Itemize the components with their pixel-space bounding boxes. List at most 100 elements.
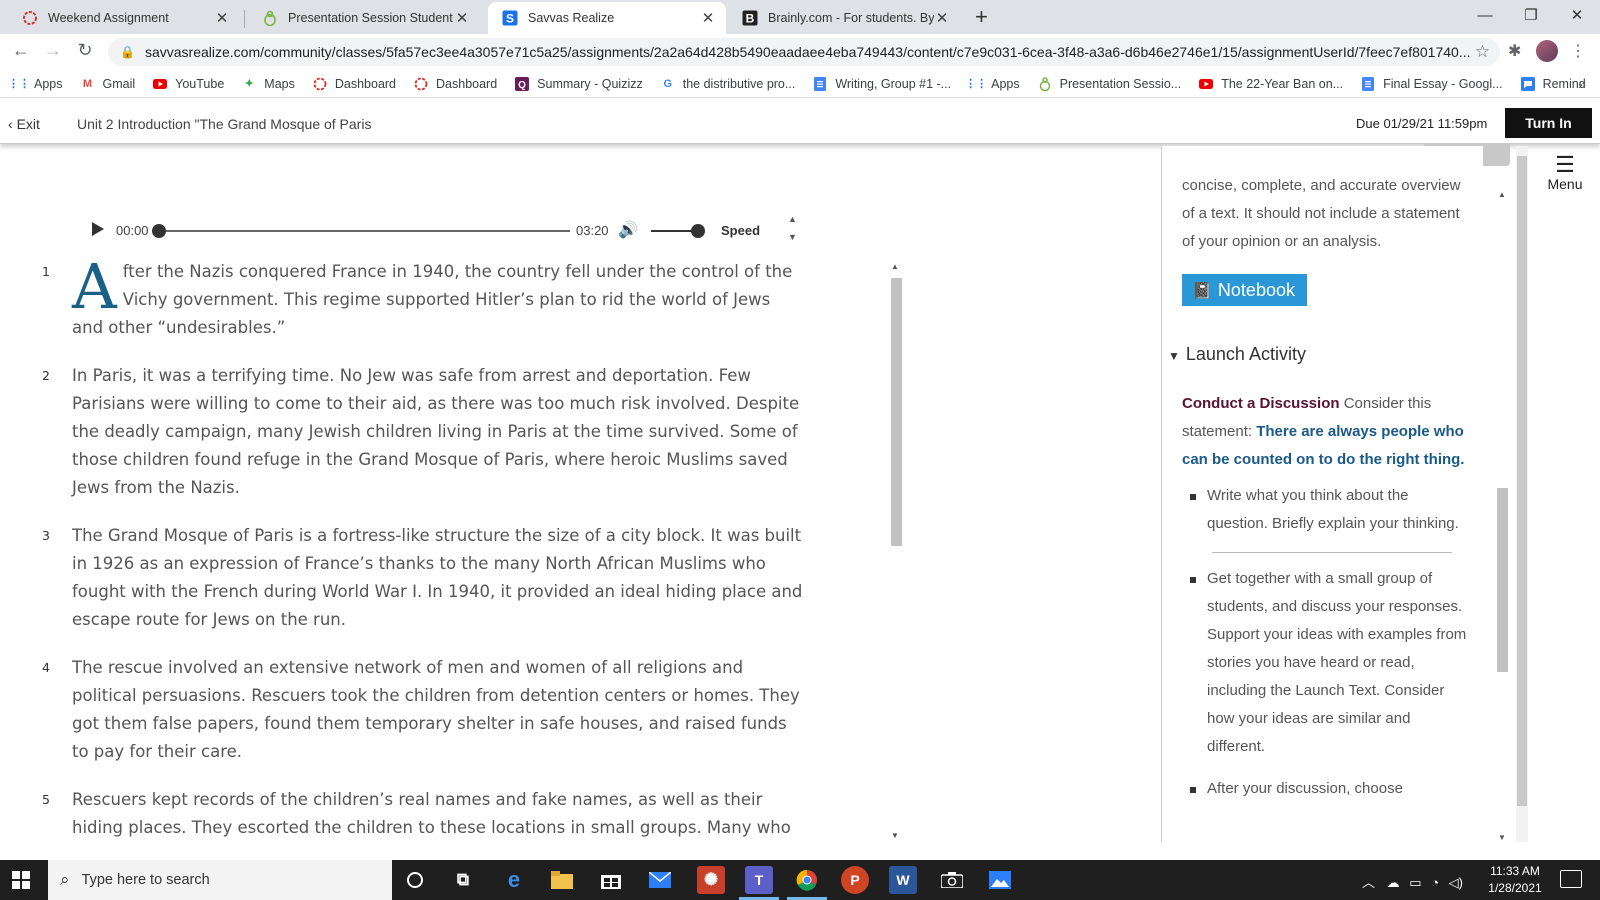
bookmark-apps-2[interactable]: ⋮⋮ Apps	[965, 77, 1020, 91]
speed-up-icon[interactable]: ▲	[788, 214, 797, 224]
launch-activity-toggle[interactable]: ▼ Launch Activity	[1168, 340, 1472, 370]
extensions-icon[interactable]: ✱	[1508, 41, 1521, 61]
pear-deck-icon	[1038, 76, 1052, 91]
mail-icon[interactable]	[646, 866, 674, 894]
bookmark-apps[interactable]: ⋮⋮ Apps	[8, 77, 63, 91]
edge-icon[interactable]: e	[500, 866, 528, 894]
wifi-icon[interactable]: ◔	[1431, 875, 1439, 890]
launch-heading: Launch Activity	[1185, 344, 1306, 364]
bookmark-distributive[interactable]: Gthe distributive pro...	[661, 77, 795, 91]
onedrive-icon[interactable]: ☁	[1387, 875, 1400, 890]
bookmark-presentation[interactable]: Presentation Sessio...	[1038, 76, 1181, 91]
audio-progress-knob[interactable]	[152, 224, 166, 238]
turn-in-button[interactable]: Turn In	[1505, 108, 1592, 138]
powerpoint-icon[interactable]: P	[841, 866, 869, 894]
store-icon[interactable]	[597, 866, 625, 894]
close-icon[interactable]: ✕	[214, 9, 230, 27]
volume-knob[interactable]	[691, 224, 705, 238]
tab-title: Presentation Session Student	[288, 11, 453, 25]
battery-icon[interactable]: ▭	[1409, 875, 1421, 890]
chrome-icon[interactable]	[793, 866, 821, 894]
reader-scrollbar[interactable]: ▲ ▼	[888, 262, 903, 840]
address-bar[interactable]: 🔒 savvasrealize.com/community/classes/5f…	[108, 38, 1500, 66]
forward-icon[interactable]: →	[40, 40, 66, 61]
bookmark-dashboard-1[interactable]: Dashboard	[313, 77, 396, 91]
bookmark-22-year-ban[interactable]: The 22-Year Ban on...	[1199, 77, 1343, 91]
close-icon[interactable]: ✕	[700, 9, 716, 27]
bookmark-gmail[interactable]: M Gmail	[81, 77, 135, 91]
back-icon[interactable]: ←	[8, 40, 34, 61]
conduct-label: Conduct a Discussion	[1182, 395, 1340, 412]
current-time: 00:00	[116, 223, 149, 238]
tab-presentation-session[interactable]: Presentation Session Student ✕	[248, 2, 480, 34]
play-icon[interactable]	[92, 222, 104, 236]
bookmark-remind[interactable]: Remind	[1520, 76, 1586, 91]
savvas-ring-icon	[414, 77, 428, 91]
menu-label: Menu	[1547, 176, 1583, 192]
volume-icon[interactable]: 🔊	[618, 220, 638, 240]
taskbar-clock[interactable]: 11:33 AM 1/28/2021	[1480, 863, 1550, 897]
chevron-double-right-icon[interactable]: »	[1578, 76, 1586, 92]
photos-icon[interactable]	[986, 866, 1014, 894]
speed-down-icon[interactable]: ▼	[788, 232, 797, 242]
page-scrollbar[interactable]	[1516, 146, 1528, 842]
exit-button[interactable]: ‹ Exit	[8, 116, 40, 132]
clock-time: 11:33 AM	[1490, 864, 1540, 878]
bookmark-writing-group[interactable]: Writing, Group #1 -...	[813, 76, 951, 91]
close-window-icon[interactable]: ✕	[1554, 2, 1600, 30]
savvas-ring-icon	[22, 10, 38, 26]
tab-savvas-realize[interactable]: S Savvas Realize ✕	[488, 2, 726, 34]
bookmark-youtube[interactable]: YouTube	[153, 77, 224, 91]
side-panel-scrollbar[interactable]: ▲ ▼	[1495, 190, 1510, 842]
taskbar-search[interactable]: ⌕ Type here to search	[48, 860, 392, 900]
bookmark-final-essay[interactable]: Final Essay - Googl...	[1361, 76, 1503, 91]
scrollbar-thumb[interactable]	[891, 278, 902, 546]
bookmark-quizizz[interactable]: Q Summary - Quizizz	[515, 76, 643, 91]
reload-icon[interactable]: ↻	[72, 40, 98, 61]
hamburger-icon: ☰	[1555, 152, 1575, 177]
speaker-icon[interactable]: ◁)	[1449, 875, 1463, 890]
file-explorer-icon[interactable]	[548, 866, 576, 894]
task-view-icon[interactable]: ⧉	[449, 866, 477, 894]
word-icon[interactable]: W	[889, 866, 917, 894]
chevron-up-icon[interactable]: ︿	[1362, 875, 1375, 890]
docs-icon	[813, 76, 827, 91]
bookmark-star-icon[interactable]: ☆	[1475, 42, 1490, 62]
bookmark-maps[interactable]: ✦ Maps	[242, 77, 295, 91]
due-date: Due 01/29/21 11:59pm	[1356, 116, 1488, 131]
notebook-label: Notebook	[1217, 280, 1295, 300]
more-menu-icon[interactable]: ⋮	[1570, 41, 1586, 61]
restore-icon[interactable]: ❐	[1508, 2, 1554, 30]
camera-icon[interactable]	[938, 866, 966, 894]
profile-avatar[interactable]	[1536, 40, 1558, 62]
close-icon[interactable]: ✕	[934, 9, 950, 27]
scrollbar-thumb[interactable]	[1497, 488, 1508, 672]
savvas-app-icon[interactable]: ✺	[697, 866, 725, 894]
audio-progress-track[interactable]	[158, 230, 570, 232]
youtube-icon	[153, 77, 168, 91]
teams-icon[interactable]: T	[745, 866, 773, 894]
scrollbar-thumb[interactable]	[1517, 156, 1527, 806]
new-tab-button[interactable]: +	[975, 4, 988, 30]
menu-button[interactable]: ☰ Menu	[1530, 152, 1600, 192]
scroll-up-icon[interactable]: ▲	[891, 262, 899, 271]
close-icon[interactable]: ✕	[454, 9, 470, 27]
paragraph: 2 In Paris, it was a terrifying time. No…	[36, 362, 806, 502]
tab-weekend-assignment[interactable]: Weekend Assignment ✕	[8, 2, 240, 34]
svg-text:Q: Q	[518, 80, 526, 91]
cortana-icon[interactable]	[401, 866, 429, 894]
scroll-down-icon[interactable]: ▼	[891, 831, 899, 840]
scroll-up-icon[interactable]: ▲	[1498, 190, 1506, 199]
tab-brainly[interactable]: B Brainly.com - For students. By stu ✕	[728, 2, 960, 34]
notebook-button[interactable]: 📓 Notebook	[1182, 274, 1307, 306]
windows-start-icon[interactable]	[12, 871, 30, 889]
notification-center-icon[interactable]	[1560, 870, 1582, 888]
speed-label[interactable]: Speed	[721, 223, 760, 238]
minimize-icon[interactable]: —	[1462, 2, 1508, 30]
scroll-down-icon[interactable]: ▼	[1498, 833, 1506, 842]
bookmark-dashboard-2[interactable]: Dashboard	[414, 77, 497, 91]
bookmark-label: Dashboard	[436, 76, 498, 91]
paragraph: 5 Rescuers kept records of the children’…	[36, 786, 806, 840]
assignment-header: ‹ Exit Unit 2 Introduction "The Grand Mo…	[0, 104, 1600, 144]
bookmark-label: Dashboard	[334, 76, 397, 91]
